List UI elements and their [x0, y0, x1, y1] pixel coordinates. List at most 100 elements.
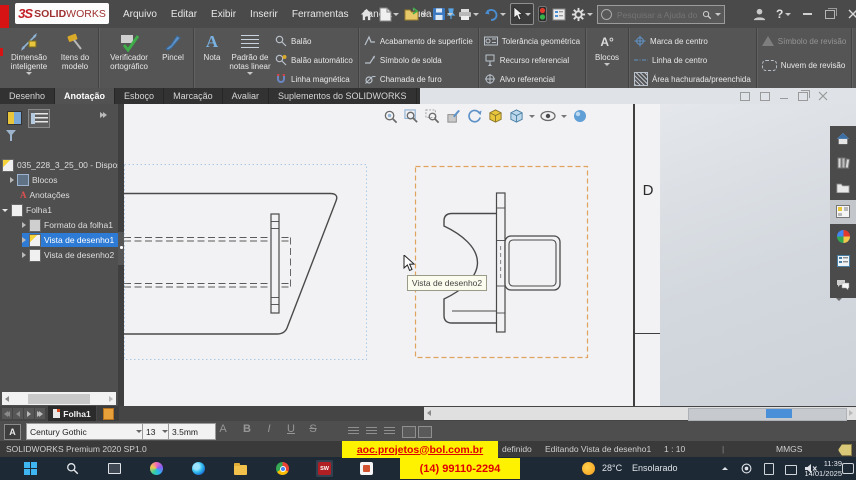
save-dropdown-icon[interactable]: [447, 13, 453, 16]
options-button[interactable]: [570, 4, 594, 24]
first-sheet-button[interactable]: [2, 408, 12, 419]
tree-filter-icon[interactable]: [6, 136, 16, 154]
units-value[interactable]: MMGS: [776, 444, 802, 454]
user-account-icon[interactable]: [752, 7, 767, 22]
restore-button[interactable]: [823, 7, 837, 21]
zoom-to-selection-icon[interactable]: [424, 108, 440, 124]
tree-item-blocos[interactable]: Blocos: [10, 173, 58, 187]
align-left-icon[interactable]: [348, 427, 359, 435]
menu-arquivo[interactable]: Arquivo: [116, 0, 164, 28]
magnetic-line-button[interactable]: Linha magnética: [275, 71, 353, 87]
auto-balloon-button[interactable]: Balão automático: [275, 52, 353, 68]
doc-minimize-icon[interactable]: [780, 98, 788, 100]
panel-expand-chevron-icon[interactable]: [100, 112, 107, 118]
expand-arrow-icon[interactable]: [22, 222, 26, 228]
bold-button[interactable]: B: [238, 423, 256, 435]
select-dropdown-icon[interactable]: [525, 13, 531, 16]
help-dropdown-icon[interactable]: [785, 13, 791, 16]
chrome-icon[interactable]: [274, 460, 291, 477]
appearances-icon[interactable]: [830, 224, 856, 249]
select-tool-button[interactable]: [510, 3, 534, 25]
doc-previous-window-icon[interactable]: [740, 92, 750, 101]
tab-anotacao[interactable]: Anotação: [55, 88, 115, 104]
feature-tree-tab[interactable]: [4, 109, 24, 126]
file-properties-button[interactable]: [551, 4, 567, 24]
style-a-button[interactable]: A: [214, 423, 232, 435]
view-orientation-icon[interactable]: [508, 108, 524, 124]
print-button[interactable]: [457, 4, 480, 24]
weather-desc[interactable]: Ensolarado: [632, 463, 678, 473]
surface-finish-button[interactable]: Acabamento de superfície: [364, 33, 473, 49]
open-button[interactable]: [403, 4, 428, 24]
task-pane-collapse-icon[interactable]: [836, 301, 842, 319]
doc-next-window-icon[interactable]: [760, 92, 770, 101]
smart-dimension-button[interactable]: Dimensão inteligente: [3, 30, 55, 88]
spell-checker-button[interactable]: Verificador ortográfico: [102, 30, 156, 88]
collapse-arrow-icon[interactable]: [2, 209, 8, 212]
display-pane-tab[interactable]: [28, 109, 50, 128]
tree-item-folha1[interactable]: Folha1: [2, 203, 52, 217]
sheet-scale-value[interactable]: 1 : 10: [664, 444, 685, 454]
view-orientation-dropdown-icon[interactable]: [529, 115, 535, 118]
start-button[interactable]: [22, 460, 39, 477]
weather-icon[interactable]: [580, 460, 597, 477]
zoom-to-area-icon[interactable]: [403, 108, 419, 124]
file-explorer-icon[interactable]: [232, 460, 249, 477]
tab-esboco[interactable]: Esboço: [115, 88, 164, 104]
powerpoint-icon[interactable]: [358, 460, 375, 477]
drawing-view-1[interactable]: [124, 164, 367, 360]
expand-arrow-icon[interactable]: [10, 177, 14, 183]
menu-ferramentas[interactable]: Ferramentas: [285, 0, 356, 28]
zoom-to-fit-icon[interactable]: [382, 108, 398, 124]
search-icon[interactable]: [702, 10, 712, 20]
section-view-icon[interactable]: [445, 108, 461, 124]
hole-callout-button[interactable]: Chamada de furo: [364, 71, 473, 87]
font-family-combo[interactable]: Century Gothic: [26, 423, 146, 440]
tray-record-icon[interactable]: [738, 460, 755, 477]
blocks-dropdown-icon[interactable]: [604, 63, 610, 66]
tree-item-anotacoes[interactable]: A Anotações: [20, 188, 70, 202]
undo-button[interactable]: [483, 4, 507, 24]
rotate-view-icon[interactable]: [466, 108, 482, 124]
doc-restore-icon[interactable]: [798, 92, 808, 101]
display-style-dropdown-icon[interactable]: [561, 115, 567, 118]
blocks-button[interactable]: A° Blocos: [589, 30, 625, 88]
task-view-button[interactable]: [106, 460, 123, 477]
options-dropdown-icon[interactable]: [587, 13, 593, 16]
tree-scrollbar-thumb[interactable]: [28, 394, 90, 404]
align-right-icon[interactable]: [384, 427, 395, 435]
note-button[interactable]: A Nota: [197, 30, 227, 88]
scroll-left-icon[interactable]: [5, 396, 9, 402]
search-input[interactable]: [615, 9, 699, 21]
text-pattern-icon[interactable]: [418, 426, 432, 438]
view-palette-icon[interactable]: [830, 200, 856, 225]
tree-item-vista-de-desenho1[interactable]: Vista de desenho1: [22, 233, 118, 247]
display-style-icon[interactable]: [540, 108, 556, 124]
balloon-button[interactable]: Balão: [275, 33, 353, 49]
underline-button[interactable]: U: [282, 423, 300, 435]
strikethrough-button[interactable]: S: [304, 423, 322, 435]
tab-desenho[interactable]: Desenho: [0, 88, 55, 104]
tree-item-formato-da-folha1[interactable]: Formato da folha1: [22, 218, 113, 232]
copilot-icon[interactable]: [148, 460, 165, 477]
last-sheet-button[interactable]: [35, 408, 45, 419]
sheet-tab-folha1[interactable]: Folha1: [48, 406, 96, 421]
file-explorer-pane-icon[interactable]: [830, 175, 856, 200]
design-library-icon[interactable]: [830, 151, 856, 176]
search-scope-icon[interactable]: [601, 9, 612, 20]
tab-marcacao[interactable]: Marcação: [164, 88, 223, 104]
scroll-left-icon[interactable]: [427, 410, 431, 416]
menu-exibir[interactable]: Exibir: [204, 0, 243, 28]
italic-button[interactable]: I: [260, 423, 278, 435]
home-button[interactable]: [358, 4, 375, 24]
tab-avaliar[interactable]: Avaliar: [223, 88, 269, 104]
forum-icon[interactable]: [830, 273, 856, 298]
new-document-button[interactable]: [378, 4, 400, 24]
edge-icon[interactable]: [190, 460, 207, 477]
menu-inserir[interactable]: Inserir: [243, 0, 285, 28]
geometric-tolerance-button[interactable]: Tolerância geométrica: [484, 33, 580, 49]
new-document-dropdown-icon[interactable]: [393, 13, 399, 16]
open-dropdown-icon[interactable]: [421, 13, 427, 16]
linear-note-pattern-button[interactable]: Padrão de notas linear: [227, 30, 273, 88]
close-button[interactable]: [846, 7, 856, 21]
